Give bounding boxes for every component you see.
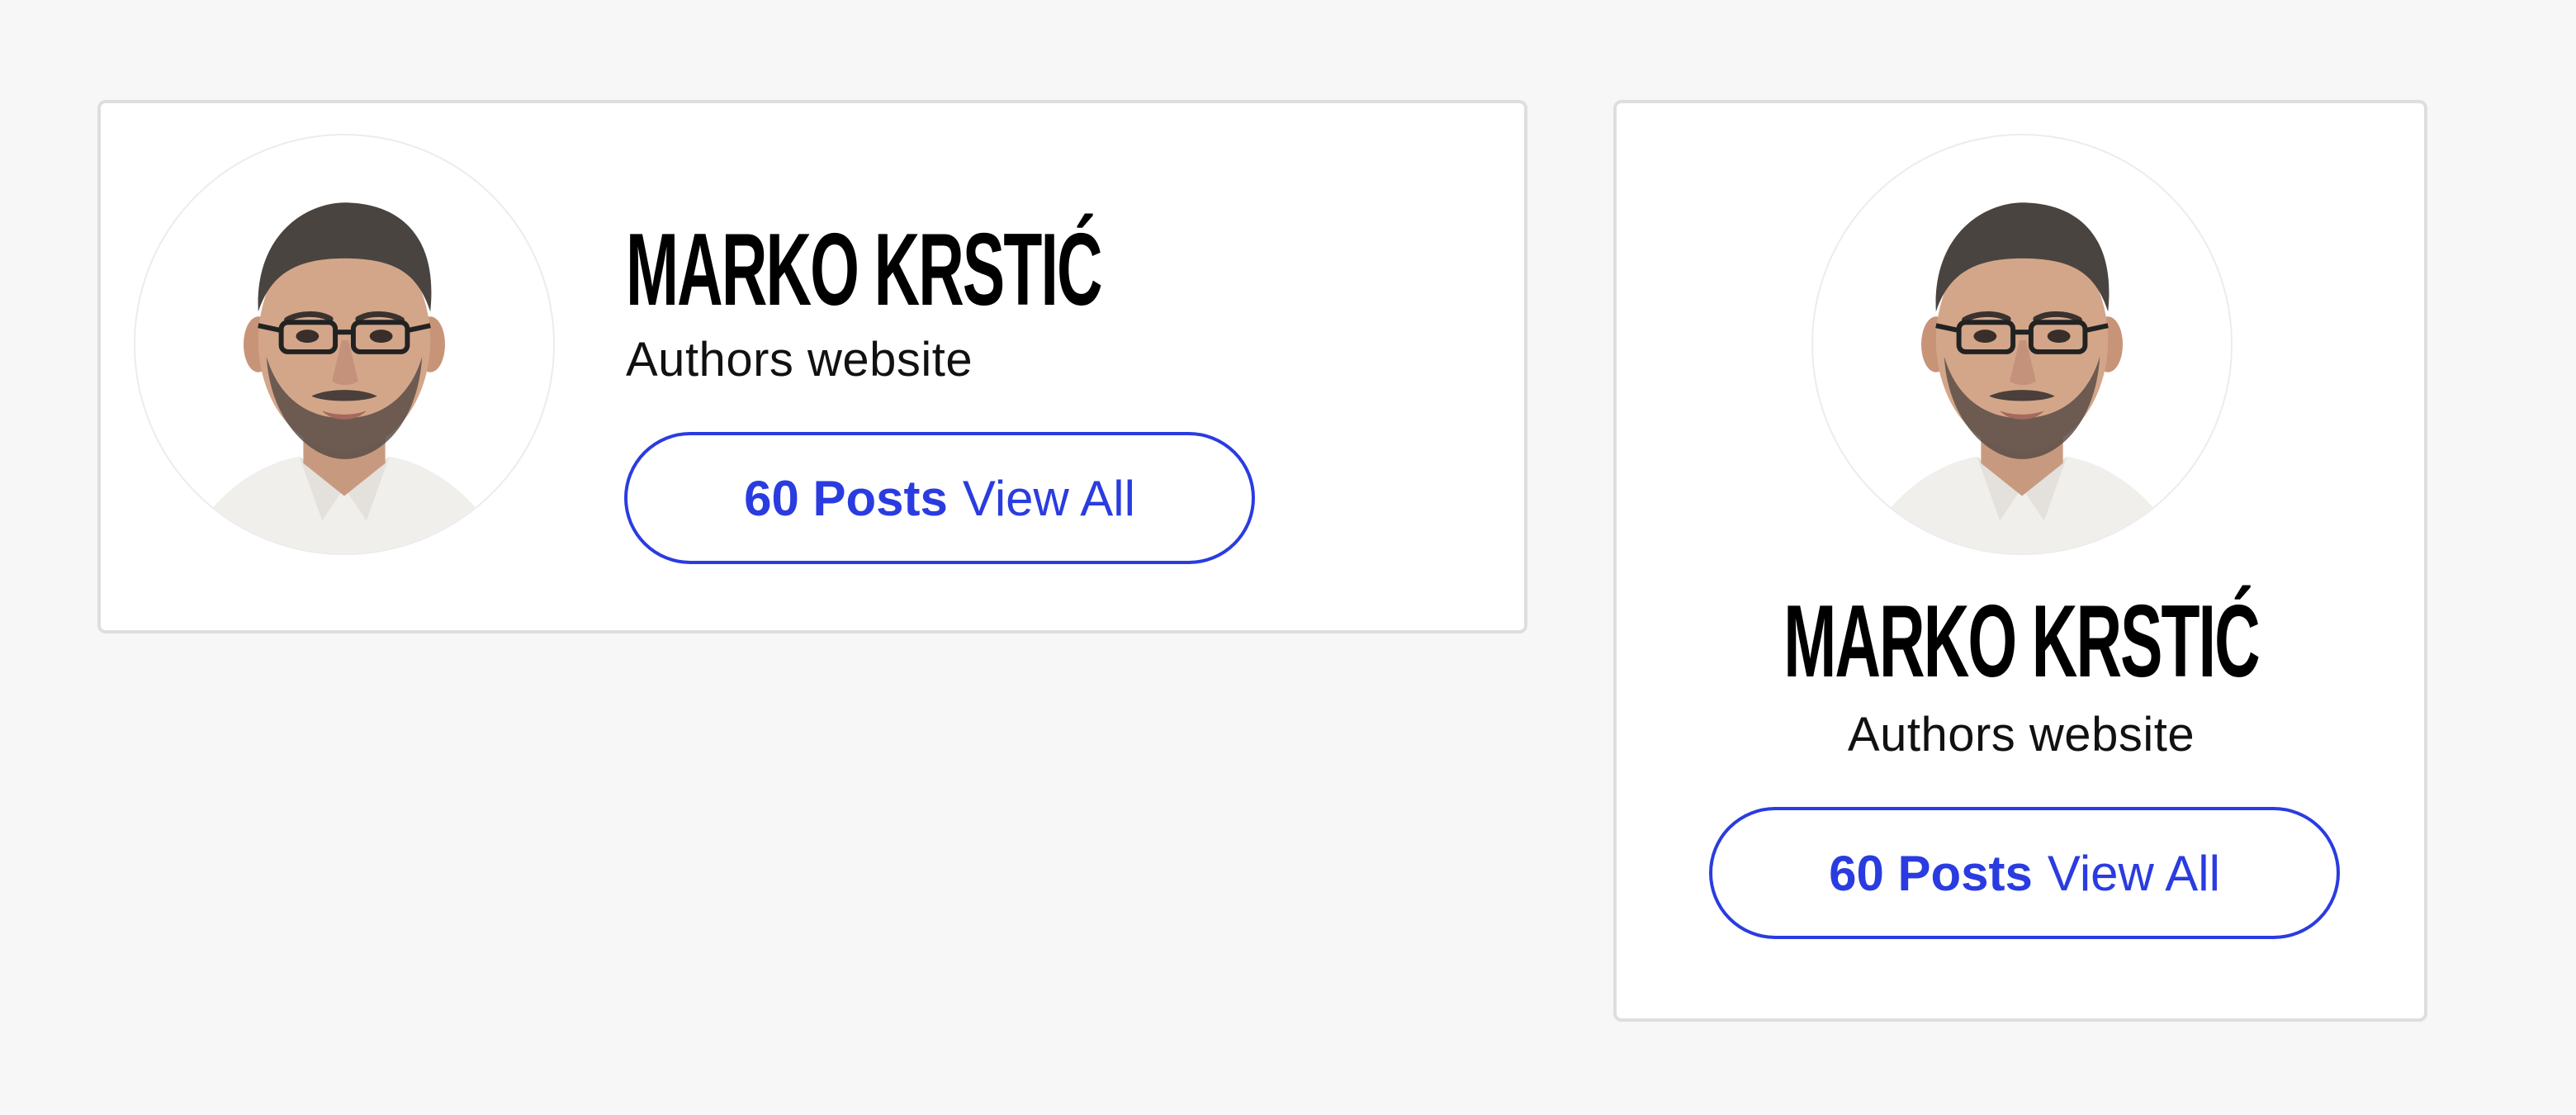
posts-count: 60 Posts [744, 470, 948, 526]
view-all-posts-button[interactable]: 60 Posts View All [624, 432, 1255, 564]
view-all-posts-button[interactable]: 60 Posts View All [1709, 807, 2340, 939]
view-all-label: View All [962, 470, 1135, 526]
author-photo-icon [1813, 135, 2231, 553]
author-website-link[interactable]: Authors website [626, 336, 973, 384]
author-card-vertical: MARKO KRSTIĆ Authors website 60 Posts Vi… [1613, 100, 2427, 1022]
author-card-horizontal: MARKO KRSTIĆ Authors website 60 Posts Vi… [97, 100, 1527, 633]
author-photo-icon [135, 135, 553, 553]
author-name: MARKO KRSTIĆ [1783, 585, 2260, 699]
view-all-label: View All [2047, 845, 2220, 901]
posts-count: 60 Posts [1829, 845, 2033, 901]
author-website-link[interactable]: Authors website [1848, 711, 2195, 759]
author-name: MARKO KRSTIĆ [626, 213, 1102, 327]
author-avatar [134, 134, 555, 555]
author-avatar [1811, 134, 2233, 555]
